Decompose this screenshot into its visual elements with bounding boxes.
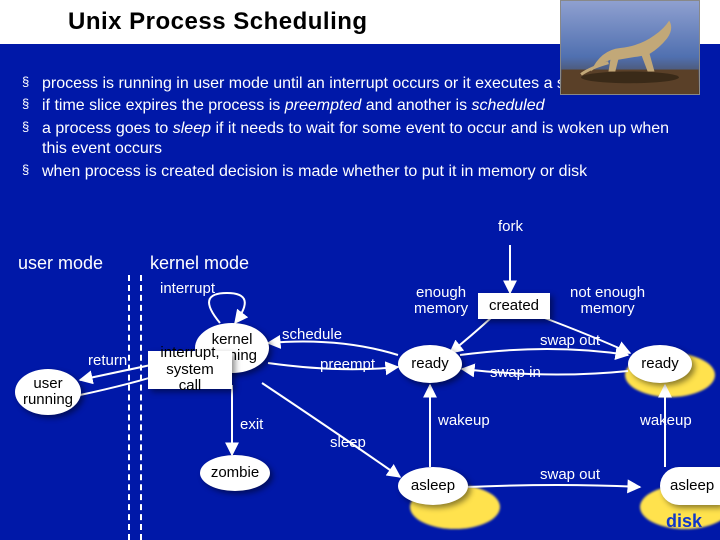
edge-preempt: preempt: [320, 357, 375, 373]
title-text: Unix Process Scheduling: [68, 8, 368, 35]
state-asleep-mem: asleep: [398, 467, 468, 505]
edge-swap-out-bot: swap out: [540, 467, 600, 483]
bullet-text: if time slice expires the process is pre…: [42, 96, 698, 116]
edge-sleep: sleep: [330, 435, 366, 451]
state-zombie: zombie: [200, 455, 270, 491]
dinosaur-image: [560, 0, 700, 95]
state-diagram: user mode kernel mode: [0, 245, 720, 540]
edge-schedule: schedule: [282, 327, 342, 343]
bullet-marker: §: [22, 74, 42, 94]
edge-fork: fork: [498, 219, 523, 235]
disk-label: disk: [666, 511, 702, 532]
state-created: created: [478, 293, 550, 319]
bullet-text: a process goes to sleep if it needs to w…: [42, 119, 698, 160]
bullet-text: when process is created decision is made…: [42, 162, 698, 182]
edge-swap-in: swap in: [490, 365, 541, 381]
user-mode-label: user mode: [18, 253, 103, 274]
edge-wakeup-left: wakeup: [438, 413, 490, 429]
edge-exit: exit: [240, 417, 263, 433]
bullet-marker: §: [22, 162, 42, 182]
bullet-item: § when process is created decision is ma…: [22, 162, 698, 182]
state-ready-mem: ready: [398, 345, 462, 383]
kernel-mode-label: kernel mode: [150, 253, 249, 274]
edge-wakeup-right: wakeup: [640, 413, 692, 429]
bullet-item: § if time slice expires the process is p…: [22, 96, 698, 116]
bullet-marker: §: [22, 96, 42, 116]
box-interrupt-syscall: interrupt,system call: [148, 351, 232, 389]
edge-return: return: [88, 353, 127, 369]
bullet-item: § a process goes to sleep if it needs to…: [22, 119, 698, 160]
edge-swap-out-top: swap out: [540, 333, 600, 349]
bullet-marker: §: [22, 119, 42, 160]
mode-divider-1: [128, 275, 130, 540]
edge-enough-memory: enoughmemory: [414, 285, 468, 317]
edge-interrupt: interrupt: [160, 281, 215, 297]
state-ready-disk: ready: [628, 345, 692, 383]
state-user-running: userrunning: [15, 369, 81, 415]
state-asleep-disk: asleep: [660, 467, 720, 505]
edge-not-enough-memory: not enoughmemory: [570, 285, 645, 317]
mode-divider-2: [140, 275, 142, 540]
